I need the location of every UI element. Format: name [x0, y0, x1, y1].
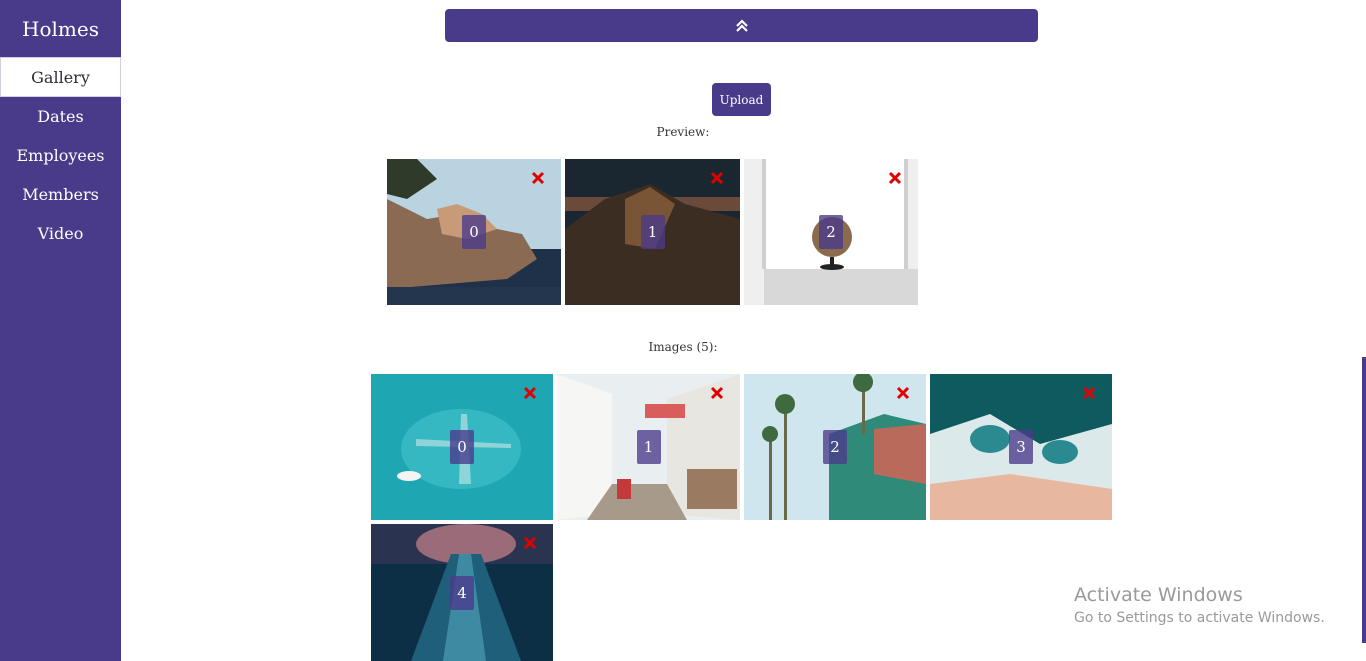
delete-icon[interactable]: [523, 386, 537, 400]
tile-index-badge: 2: [819, 215, 843, 249]
double-chevron-up-icon: [735, 18, 748, 32]
sidebar-item-gallery[interactable]: Gallery: [0, 57, 121, 97]
delete-icon[interactable]: [888, 171, 902, 185]
brand-title[interactable]: Holmes: [0, 0, 121, 57]
gallery-tile[interactable]: 4: [371, 524, 553, 661]
scrollbar[interactable]: [1362, 357, 1366, 643]
sidebar: Holmes Gallery Dates Employees Members V…: [0, 0, 121, 661]
delete-icon[interactable]: [710, 386, 724, 400]
delete-icon[interactable]: [896, 386, 910, 400]
sidebar-item-members[interactable]: Members: [0, 175, 121, 214]
tile-index-badge: 3: [1009, 430, 1033, 464]
tile-index-badge: 0: [450, 430, 474, 464]
collapse-button[interactable]: [445, 9, 1038, 42]
delete-icon[interactable]: [1082, 386, 1096, 400]
upload-button[interactable]: Upload: [712, 83, 771, 116]
preview-tile[interactable]: 0: [387, 159, 561, 305]
tile-index-badge: 1: [636, 430, 661, 464]
activation-watermark-title: Activate Windows: [1074, 584, 1243, 606]
gallery-tile[interactable]: 3: [930, 374, 1112, 520]
gallery-tile[interactable]: 2: [744, 374, 926, 520]
app-root: Holmes Gallery Dates Employees Members V…: [0, 0, 1366, 661]
activation-watermark-subtitle: Go to Settings to activate Windows.: [1074, 610, 1325, 626]
gallery-tile[interactable]: 0: [371, 374, 553, 520]
delete-icon[interactable]: [531, 171, 545, 185]
preview-tile[interactable]: 1: [565, 159, 740, 305]
delete-icon[interactable]: [710, 171, 724, 185]
images-label: Images (5):: [648, 340, 718, 354]
preview-tile[interactable]: 2: [744, 159, 918, 305]
tile-index-badge: 0: [462, 215, 486, 249]
sidebar-item-employees[interactable]: Employees: [0, 136, 121, 175]
gallery-tile[interactable]: 1: [557, 374, 740, 520]
tile-index-badge: 2: [823, 430, 847, 464]
sidebar-item-video[interactable]: Video: [0, 214, 121, 253]
tile-index-badge: 1: [640, 215, 665, 249]
delete-icon[interactable]: [523, 536, 537, 550]
preview-label: Preview:: [656, 125, 710, 139]
tile-index-badge: 4: [450, 575, 474, 610]
